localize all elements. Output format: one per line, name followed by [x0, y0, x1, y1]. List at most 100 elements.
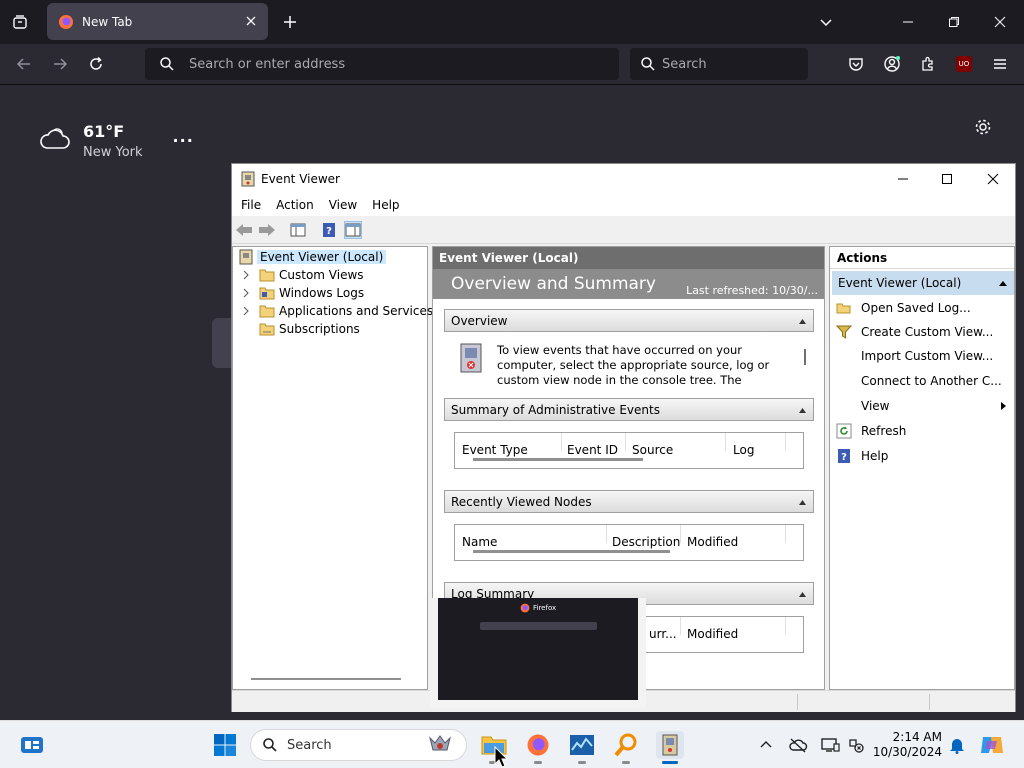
search-bar[interactable]: Search [630, 48, 808, 80]
collapse-caret-icon[interactable] [999, 281, 1007, 286]
col-name[interactable]: Name [462, 535, 497, 549]
col-event-id[interactable]: Event ID [567, 443, 618, 457]
tree-item-windows-logs[interactable]: Windows Logs [241, 284, 364, 302]
menu-help[interactable]: Help [372, 198, 399, 212]
action-help[interactable]: ? Help [830, 444, 1014, 468]
taskbar-event-viewer[interactable] [656, 731, 684, 764]
system-clock[interactable]: 2:14 AM 10/30/2024 [872, 730, 942, 760]
windows-logo-icon [214, 734, 236, 756]
collapse-caret-icon[interactable] [799, 408, 806, 413]
action-refresh[interactable]: Refresh [830, 419, 1014, 443]
app-menu-button[interactable] [988, 53, 1012, 75]
account-button[interactable] [880, 53, 904, 75]
collapse-caret-icon[interactable] [799, 592, 806, 597]
menu-view[interactable]: View [329, 198, 357, 212]
collapse-caret-icon[interactable] [799, 500, 806, 505]
event-viewer-icon [239, 249, 253, 265]
weather-more-button[interactable]: ... [173, 127, 194, 160]
action-create-custom-view[interactable]: Create Custom View... [830, 320, 1014, 344]
widgets-button[interactable] [18, 731, 46, 759]
ev-maximize-button[interactable] [924, 164, 970, 193]
tree-label: Applications and Services Lo [279, 304, 451, 318]
new-tab-button[interactable] [278, 11, 302, 33]
menu-action[interactable]: Action [276, 198, 314, 212]
taskbar-resource-monitor[interactable] [568, 731, 596, 764]
notifications-button[interactable] [943, 731, 971, 759]
extensions-button[interactable] [916, 53, 940, 75]
action-view[interactable]: View [830, 394, 1014, 418]
collapse-caret-icon[interactable] [799, 319, 806, 324]
action-import-custom-view[interactable]: Import Custom View... [830, 344, 1014, 368]
pocket-button[interactable] [844, 53, 868, 75]
action-open-saved-log[interactable]: Open Saved Log... [830, 296, 1014, 320]
list-all-tabs-button[interactable] [814, 11, 838, 33]
col-current-size[interactable]: urr... [649, 627, 677, 641]
tree-item-event-viewer-local[interactable]: Event Viewer (Local) [239, 248, 387, 266]
col-description[interactable]: Description [612, 535, 680, 549]
col-log[interactable]: Log [733, 443, 754, 457]
tool-back-button[interactable] [235, 221, 253, 239]
action-connect-to-another-computer[interactable]: Connect to Another C... [830, 369, 1014, 393]
close-window-button[interactable] [988, 11, 1012, 33]
col-modified[interactable]: Modified [687, 627, 738, 641]
weather-widget[interactable]: 61°F New York ... [38, 122, 194, 160]
forward-button[interactable] [48, 53, 72, 75]
chevron-right-icon[interactable] [241, 270, 251, 280]
summary-grid: Event Type Event ID Source Log [454, 432, 804, 469]
ev-minimize-button[interactable] [880, 164, 926, 193]
overview-box: To view events that have occurred on you… [444, 337, 814, 388]
col-event-type[interactable]: Event Type [462, 443, 528, 457]
tabs-list-icon [13, 15, 27, 29]
overview-scrollbar[interactable] [804, 349, 806, 365]
url-placeholder: Search or enter address [189, 56, 346, 72]
summary-scrollbar[interactable] [473, 458, 643, 461]
tool-forward-button[interactable] [258, 221, 276, 239]
tray-network[interactable] [842, 731, 870, 759]
restore-button[interactable] [942, 11, 966, 33]
actions-group-event-viewer-local[interactable]: Event Viewer (Local) [832, 271, 1014, 295]
tool-show-hide-tree-button[interactable] [289, 221, 307, 239]
reload-button[interactable] [84, 53, 108, 75]
ublock-origin-button[interactable]: UO [952, 53, 976, 75]
chevron-right-icon[interactable] [241, 288, 251, 298]
tool-show-action-pane-button[interactable] [344, 221, 362, 239]
chevron-right-icon[interactable] [241, 306, 251, 316]
back-button[interactable] [12, 53, 36, 75]
section-summary-admin-events[interactable]: Summary of Administrative Events [444, 398, 814, 421]
tray-onedrive[interactable] [784, 731, 812, 759]
firefox-icon [59, 14, 73, 29]
search-icon [641, 57, 655, 71]
tray-display[interactable] [816, 731, 844, 759]
minimize-button[interactable] [896, 11, 920, 33]
tree-item-subscriptions[interactable]: Subscriptions [259, 320, 360, 338]
taskbar-search-box[interactable]: Search [250, 729, 467, 761]
close-tab-icon[interactable] [244, 14, 258, 28]
tree-horizontal-scrollbar[interactable] [251, 678, 401, 680]
section-recently-viewed-nodes[interactable]: Recently Viewed Nodes [444, 490, 814, 513]
url-bar[interactable]: Search or enter address [145, 48, 619, 80]
taskbar-search-app[interactable] [612, 731, 640, 764]
tree-item-applications-and-services[interactable]: Applications and Services Lo [241, 302, 451, 320]
copilot-button[interactable] [978, 731, 1006, 759]
recent-scrollbar[interactable] [473, 550, 670, 553]
ev-close-button[interactable] [970, 164, 1016, 193]
tab-overview-button[interactable] [8, 11, 32, 33]
col-modified[interactable]: Modified [687, 535, 738, 549]
tool-help-button[interactable]: ? [320, 221, 338, 239]
running-indicator [622, 761, 630, 764]
tree-item-custom-views[interactable]: Custom Views [241, 266, 364, 284]
col-source[interactable]: Source [632, 443, 673, 457]
tab-new-tab[interactable]: New Tab [47, 3, 268, 40]
event-viewer-title-bar[interactable]: Event Viewer [232, 164, 1015, 193]
puzzle-icon [922, 56, 933, 71]
menu-file[interactable]: File [241, 198, 261, 212]
taskbar-firefox[interactable] [524, 731, 552, 764]
taskbar-thumbnail-preview[interactable]: Firefox [430, 598, 646, 708]
section-overview[interactable]: Overview [444, 309, 814, 332]
gear-icon [975, 119, 991, 135]
start-button[interactable] [211, 731, 239, 759]
show-hidden-icons-button[interactable] [752, 731, 780, 759]
newtab-settings-button[interactable] [972, 116, 994, 138]
svg-text:?: ? [326, 226, 332, 237]
event-log-icon [460, 343, 482, 373]
